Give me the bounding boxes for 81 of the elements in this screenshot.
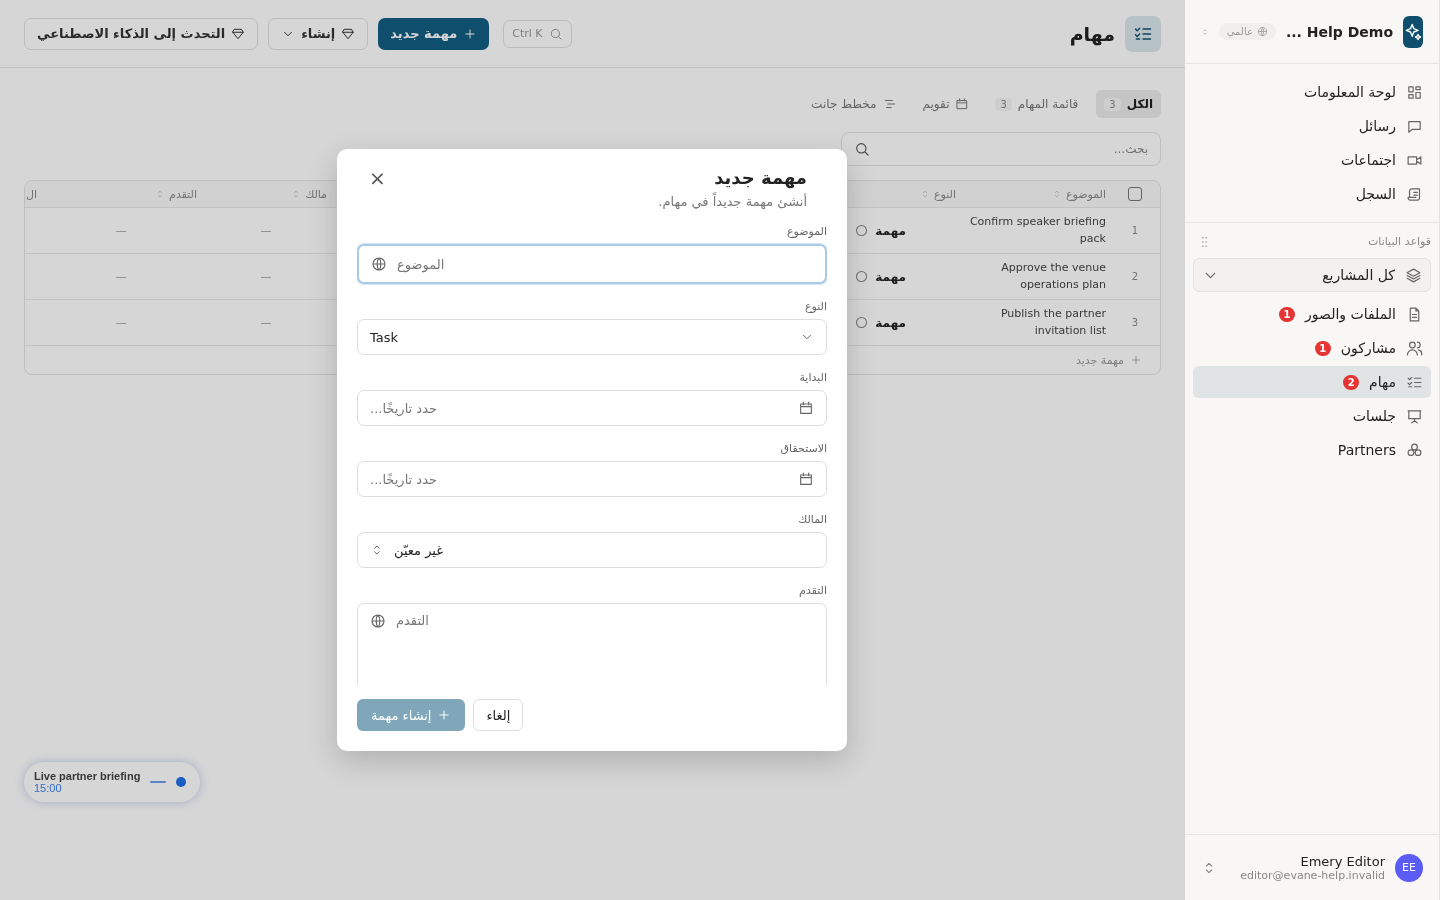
row-number: 2	[1131, 271, 1139, 282]
nav-item[interactable]: لوحة المعلومات	[1201, 76, 1423, 108]
user-name: Emery Editor	[1300, 853, 1385, 869]
workspace-name[interactable]: Help Demo ...	[1285, 23, 1393, 40]
select-field[interactable]: غير معيّن	[357, 532, 827, 568]
calendar-icon	[798, 400, 814, 416]
gem-icon	[231, 26, 246, 41]
task-subject[interactable]: Publish the partner invitation list	[964, 306, 1106, 339]
count-badge: 1	[1279, 306, 1296, 322]
count-badge: 2	[1343, 374, 1360, 390]
call-time: 15:00	[34, 782, 63, 794]
table-cell: —	[260, 270, 272, 283]
view-tab[interactable]: مخطط جانت	[803, 90, 905, 118]
select-all-checkbox[interactable]	[1128, 187, 1142, 201]
calendar-icon	[955, 97, 970, 111]
dialog-subtitle: أنشئ مهمة جديداً في مهام.	[658, 194, 807, 209]
checklist-icon	[1125, 15, 1161, 52]
people-icon	[1406, 339, 1423, 357]
field-label: النوع	[804, 300, 827, 313]
table-cell: —	[115, 270, 127, 283]
field-label: البداية	[798, 371, 827, 384]
count-badge: 1	[1314, 340, 1331, 356]
live-dot-icon	[176, 777, 187, 787]
drag-handle-icon[interactable]	[1201, 235, 1208, 248]
page-title: مهام	[1069, 22, 1115, 45]
row-number: 3	[1131, 317, 1139, 328]
globe-icon	[370, 613, 386, 629]
plus-icon	[437, 708, 452, 722]
section-title: قواعد البيانات	[1367, 235, 1431, 248]
task-subject[interactable]: Confirm speaker briefing pack	[964, 214, 1106, 247]
select-field[interactable]: Task	[357, 319, 827, 355]
dialog-title: مهمة جديد	[714, 167, 807, 188]
sparkle-logo-icon	[1403, 15, 1423, 48]
field-label: المالك	[797, 513, 827, 526]
create-menu-button[interactable]: إنشاء	[268, 17, 369, 50]
search-icon	[854, 141, 870, 157]
task-type: مهمة	[875, 269, 906, 284]
nav-item[interactable]: السجل	[1201, 178, 1423, 210]
ai-chat-button[interactable]: التحدث إلى الذكاء الاصطناعي	[24, 17, 259, 50]
plus-icon	[1130, 354, 1142, 366]
field-label: الاستحقاق	[779, 442, 827, 455]
gantt-icon	[882, 97, 897, 111]
live-call-widget[interactable]: Live partner briefing 15:00	[24, 762, 201, 802]
task-type: مهمة	[875, 315, 906, 330]
circles-icon	[1406, 441, 1423, 459]
view-tab[interactable]: تقويم	[914, 90, 978, 118]
database-item[interactable]: Partners	[1193, 434, 1431, 466]
close-button[interactable]: ×	[365, 167, 390, 188]
calendar-icon	[798, 471, 814, 487]
call-title: Live partner briefing	[34, 770, 141, 782]
input-field[interactable]: الموضوع	[357, 244, 827, 284]
nav-item[interactable]: اجتماعات	[1201, 144, 1423, 176]
date-field[interactable]: حدد تاريخًا...	[357, 461, 827, 497]
field-label: الموضوع	[785, 225, 827, 238]
search-icon	[548, 26, 563, 41]
row-number: 1	[1131, 225, 1139, 236]
database-item[interactable]: جلسات	[1193, 400, 1431, 432]
project-select[interactable]: كل المشاريع	[1193, 258, 1431, 292]
grid-icon	[1406, 83, 1423, 101]
task-subject[interactable]: Approve the venue operations plan	[964, 260, 1106, 293]
table-cell: —	[115, 316, 127, 329]
scope-badge: عالمي	[1218, 23, 1276, 40]
new-task-button[interactable]: مهمة جديد	[378, 17, 490, 50]
gem-icon	[341, 26, 356, 41]
globe-icon	[371, 256, 387, 272]
user-email: editor@evane-help.invalid	[1240, 868, 1385, 882]
task-type: مهمة	[875, 223, 906, 238]
scroll-icon	[1406, 185, 1423, 203]
layers-icon	[1405, 266, 1422, 284]
cancel-button[interactable]: إلغاء	[473, 699, 524, 731]
text-area[interactable]: التقدم	[357, 603, 827, 685]
table-cell: —	[260, 224, 272, 237]
user-avatar[interactable]: EE	[1395, 853, 1423, 882]
nav-item[interactable]: رسائل	[1201, 110, 1423, 142]
date-field[interactable]: حدد تاريخًا...	[357, 390, 827, 426]
field-label: التقدم	[798, 584, 827, 597]
table-cell: —	[115, 224, 127, 237]
plus-icon	[463, 26, 478, 41]
presentation-board-icon	[1406, 407, 1423, 425]
sort-icon[interactable]	[920, 189, 930, 199]
table-cell: —	[260, 316, 272, 329]
